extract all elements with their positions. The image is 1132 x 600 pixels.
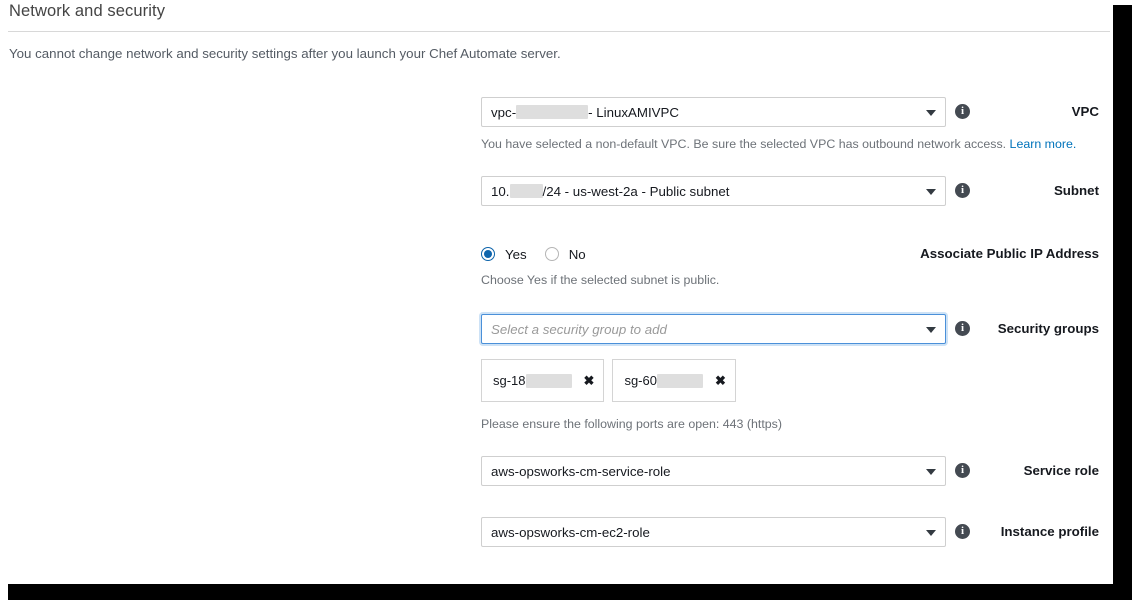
vpc-hint-text: You have selected a non-default VPC. Be … xyxy=(481,137,1010,151)
page-subtitle: You cannot change network and security s… xyxy=(9,46,561,61)
public-ip-option-yes[interactable]: Yes xyxy=(481,247,527,262)
public-ip-option-yes-label: Yes xyxy=(505,246,527,262)
vpc-select[interactable]: vpc- - LinuxAMIVPC xyxy=(481,97,946,127)
instance-profile-control: aws-opsworks-cm-ec2-role xyxy=(481,517,946,547)
vpc-hint: You have selected a non-default VPC. Be … xyxy=(481,137,1076,151)
public-ip-label: Associate Public IP Address xyxy=(920,246,1099,261)
title-divider xyxy=(8,31,1110,32)
public-ip-option-no[interactable]: No xyxy=(544,246,586,262)
chevron-down-icon[interactable] xyxy=(926,469,936,475)
info-icon-subnet[interactable]: i xyxy=(955,183,970,198)
chevron-down-icon[interactable] xyxy=(926,530,936,536)
security-group-token-list: sg-18 ✖ sg-60 ✖ xyxy=(481,359,744,402)
vpc-redacted-id xyxy=(516,105,589,119)
security-groups-placeholder: Select a security group to add xyxy=(491,321,667,337)
security-group-token-label: sg-60 xyxy=(624,373,657,388)
security-group-token-redacted-id xyxy=(656,373,703,388)
security-group-token-label: sg-18 xyxy=(493,373,526,388)
security-group-token: sg-60 ✖ xyxy=(612,359,736,402)
subnet-redacted-octets xyxy=(509,184,543,198)
settings-panel: Network and security You cannot change n… xyxy=(0,0,1113,584)
window-edge-bottom xyxy=(8,584,1132,600)
instance-profile-value: aws-opsworks-cm-ec2-role xyxy=(491,524,650,540)
info-icon-vpc[interactable]: i xyxy=(955,104,970,119)
service-role-control: aws-opsworks-cm-service-role xyxy=(481,456,946,486)
radio-unselected-icon[interactable] xyxy=(544,247,559,261)
public-ip-radio-group: Yes No xyxy=(481,243,604,265)
subnet-control: 10. /24 - us-west-2a - Public subnet xyxy=(481,176,946,206)
security-groups-control: Select a security group to add xyxy=(481,314,946,344)
chevron-down-icon[interactable] xyxy=(926,327,936,333)
security-groups-select[interactable]: Select a security group to add xyxy=(481,314,946,344)
subnet-value-suffix: /24 - us-west-2a - Public subnet xyxy=(542,183,730,199)
window-edge-right xyxy=(1113,5,1132,600)
service-role-select[interactable]: aws-opsworks-cm-service-role xyxy=(481,456,946,486)
info-icon-security-groups[interactable]: i xyxy=(955,321,970,336)
radio-selected-icon[interactable] xyxy=(481,247,495,261)
security-groups-hint: Please ensure the following ports are op… xyxy=(481,417,782,431)
subnet-select[interactable]: 10. /24 - us-west-2a - Public subnet xyxy=(481,176,946,206)
security-group-token-redacted-id xyxy=(525,373,572,388)
subnet-value-prefix: 10. xyxy=(491,183,510,199)
service-role-value: aws-opsworks-cm-service-role xyxy=(491,463,671,479)
chevron-down-icon[interactable] xyxy=(926,110,936,116)
vpc-value-suffix: - LinuxAMIVPC xyxy=(588,104,680,120)
page-title: Network and security xyxy=(9,2,166,20)
remove-security-group-icon[interactable]: ✖ xyxy=(584,374,595,387)
security-group-token: sg-18 ✖ xyxy=(481,359,605,402)
instance-profile-select[interactable]: aws-opsworks-cm-ec2-role xyxy=(481,517,946,547)
chevron-down-icon[interactable] xyxy=(926,189,936,195)
public-ip-option-no-label: No xyxy=(568,246,586,262)
vpc-value-prefix: vpc- xyxy=(491,104,517,120)
vpc-control: vpc- - LinuxAMIVPC xyxy=(481,97,946,127)
vpc-learn-more-link[interactable]: Learn more. xyxy=(1010,137,1077,151)
info-icon-service-role[interactable]: i xyxy=(955,463,970,478)
remove-security-group-icon[interactable]: ✖ xyxy=(715,374,726,387)
info-icon-instance-profile[interactable]: i xyxy=(955,524,970,539)
public-ip-hint: Choose Yes if the selected subnet is pub… xyxy=(481,273,720,287)
